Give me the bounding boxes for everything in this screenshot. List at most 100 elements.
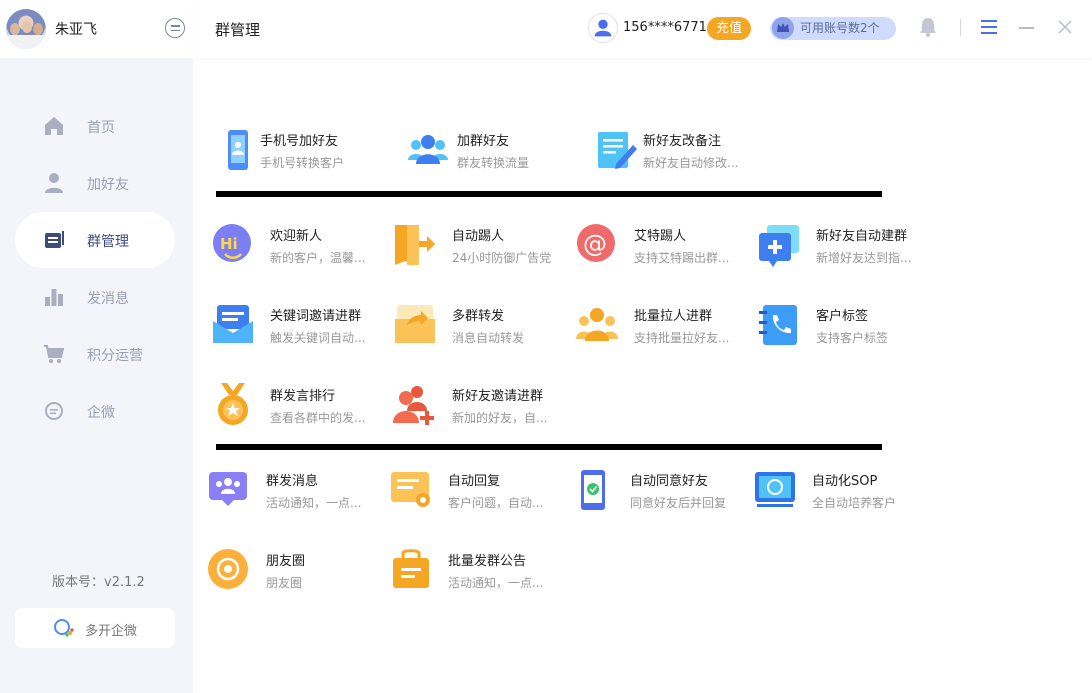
close-icon[interactable] xyxy=(1058,20,1072,34)
tile-desc: 全自动培养客户 xyxy=(812,496,897,510)
tile-desc: 活动通知，一点... xyxy=(266,496,362,510)
tile-desc: 朋友圈 xyxy=(266,576,303,590)
home-icon xyxy=(45,117,63,135)
sidebar-item-send-message[interactable]: 发消息 xyxy=(15,269,175,325)
phone-contact-icon xyxy=(228,130,248,170)
sidebar-item-label: 群管理 xyxy=(87,234,129,250)
tile-title: 手机号加好友 xyxy=(260,134,339,149)
feature-tile-keyword-invite[interactable]: 关键词邀请进群 触发关键词自动... xyxy=(211,301,381,349)
group-message-icon xyxy=(209,472,247,506)
feature-tile-welcome-new[interactable]: Hi 欢迎新人 新的客户，温馨... xyxy=(211,221,381,269)
wecom-icon xyxy=(54,619,74,637)
header-bar: 群管理 156****6771 充值 可用账号数2个 xyxy=(193,0,1092,58)
tile-title: 朋友圈 xyxy=(266,554,306,569)
phone-book-icon xyxy=(759,305,797,345)
group-people-icon xyxy=(408,135,448,164)
monitor-sop-icon xyxy=(755,472,795,507)
available-accounts-badge[interactable]: 可用账号数2个 xyxy=(770,17,896,40)
section-divider xyxy=(216,191,882,197)
recharge-button[interactable]: 充值 xyxy=(707,17,751,40)
sidebar-item-home[interactable]: 首页 xyxy=(15,98,175,154)
edit-note-icon xyxy=(598,132,637,169)
tile-desc: 同意好友后并回复 xyxy=(630,496,727,510)
medal-icon xyxy=(218,383,248,425)
tile-desc: 新的客户，温馨... xyxy=(270,251,366,265)
multi-open-button[interactable]: 多开企微 xyxy=(15,608,175,648)
tile-title: 批量发群公告 xyxy=(448,554,527,569)
sidebar-item-wecom[interactable]: 企微 xyxy=(15,383,175,439)
feature-tile-new-friend-invite[interactable]: 新好友邀请进群 新加的好友，自... xyxy=(393,381,563,429)
crowd-icon xyxy=(576,308,618,341)
sidebar-item-label: 加好友 xyxy=(87,177,129,193)
tile-title: 多群转发 xyxy=(452,309,505,324)
bell-icon[interactable] xyxy=(919,17,937,37)
feature-tile-multi-forward[interactable]: 多群转发 消息自动转发 xyxy=(393,301,563,349)
available-accounts-label: 可用账号数2个 xyxy=(800,21,880,35)
tile-desc: 活动通知，一点... xyxy=(448,576,544,590)
feature-tile-auto-sop[interactable]: 自动化SOP 全自动培养客户 xyxy=(753,466,923,514)
feature-tile-auto-reply[interactable]: 自动回复 客户问题，自动... xyxy=(389,466,559,514)
feature-tile-new-friend-remark[interactable]: 新好友改备注 新好友自动修改... xyxy=(596,126,766,174)
tile-desc: 支持批量拉好友... xyxy=(634,331,730,345)
tile-title: 批量拉人进群 xyxy=(634,309,713,324)
add-group-icon xyxy=(759,225,799,267)
feature-tile-batch-pull[interactable]: 批量拉人进群 支持批量拉好友... xyxy=(575,301,745,349)
svg-text:Hi: Hi xyxy=(220,235,238,253)
feature-tile-speech-ranking[interactable]: 群发言排行 查看各群中的发... xyxy=(211,381,381,429)
tile-desc: 手机号转换客户 xyxy=(260,156,345,170)
tile-title: 自动化SOP xyxy=(812,474,878,489)
notice-bag-icon xyxy=(393,549,429,588)
feature-tile-customer-tag[interactable]: 客户标签 支持客户标签 xyxy=(757,301,927,349)
version-label: 版本号：v2.1.2 xyxy=(52,575,145,590)
at-sign-icon: @ xyxy=(577,224,615,262)
tile-title: 客户标签 xyxy=(816,309,869,324)
tile-desc: 新增好友达到指... xyxy=(816,251,912,265)
feature-tile-moments[interactable]: 朋友圈 朋友圈 xyxy=(207,546,377,594)
feature-tile-phone-add-friend[interactable]: 手机号加好友 手机号转换客户 xyxy=(216,126,386,174)
sidebar-item-add-friend[interactable]: 加好友 xyxy=(15,155,175,211)
tile-desc: 查看各群中的发... xyxy=(270,411,366,425)
group-manage-icon xyxy=(45,231,64,248)
section-divider xyxy=(216,444,882,450)
header-divider xyxy=(960,19,961,36)
forward-folder-icon xyxy=(395,305,435,343)
tile-title: 群发消息 xyxy=(266,474,319,489)
cart-icon xyxy=(44,345,65,363)
sidebar-item-group-manage[interactable]: 群管理 xyxy=(15,212,175,268)
crown-icon xyxy=(772,17,794,39)
tile-title: 欢迎新人 xyxy=(270,229,323,244)
tile-desc: 支持客户标签 xyxy=(816,331,889,345)
tile-desc: 客户问题，自动... xyxy=(448,496,544,510)
tile-desc: 触发关键词自动... xyxy=(270,331,366,345)
avatar[interactable] xyxy=(6,9,46,49)
feature-tile-at-kick[interactable]: @ 艾特踢人 支持艾特踢出群... xyxy=(575,221,745,269)
app-window: 朱亚飞 首页 加好友 群管理 发消息 积分运营 企微 版本号：v2.1.2 多开… xyxy=(0,0,1092,693)
person-icon xyxy=(45,173,63,193)
feature-tile-group-message[interactable]: 群发消息 活动通知，一点... xyxy=(207,466,377,514)
tile-title: 自动同意好友 xyxy=(630,474,709,489)
minimize-icon[interactable] xyxy=(1019,27,1034,29)
tile-title: 艾特踢人 xyxy=(634,229,687,244)
tile-title: 新好友自动建群 xyxy=(816,229,908,244)
user-account-icon[interactable] xyxy=(588,13,618,43)
menu-icon[interactable] xyxy=(981,20,997,34)
multi-open-label: 多开企微 xyxy=(85,624,138,639)
tile-title: 新好友邀请进群 xyxy=(452,389,544,404)
tile-title: 关键词邀请进群 xyxy=(270,309,362,324)
add-friend-icon xyxy=(393,386,434,425)
sidebar: 朱亚飞 首页 加好友 群管理 发消息 积分运营 企微 版本号：v2.1.2 多开… xyxy=(0,0,193,693)
feature-tile-auto-kick[interactable]: 自动踢人 24小时防御广告党 xyxy=(393,221,563,269)
feature-tile-batch-notice[interactable]: 批量发群公告 活动通知，一点... xyxy=(389,546,559,594)
username: 朱亚飞 xyxy=(55,22,97,38)
sidebar-item-points[interactable]: 积分运营 xyxy=(15,326,175,382)
feature-tile-group-add-friend[interactable]: 加群好友 群友转换流量 xyxy=(406,126,576,174)
tile-desc: 24小时防御广告党 xyxy=(452,251,552,265)
phone-number: 156****6771 xyxy=(623,20,707,35)
hi-icon: Hi xyxy=(213,224,251,262)
tile-desc: 新加的好友，自... xyxy=(452,411,548,425)
tile-title: 群发言排行 xyxy=(270,389,336,404)
feature-tile-auto-accept-friend[interactable]: 自动同意好友 同意好友后并回复 xyxy=(571,466,741,514)
collapse-menu-icon[interactable] xyxy=(165,18,185,38)
feature-tile-auto-create-group[interactable]: 新好友自动建群 新增好友达到指... xyxy=(757,221,927,269)
tile-desc: 支持艾特踢出群... xyxy=(634,251,730,265)
